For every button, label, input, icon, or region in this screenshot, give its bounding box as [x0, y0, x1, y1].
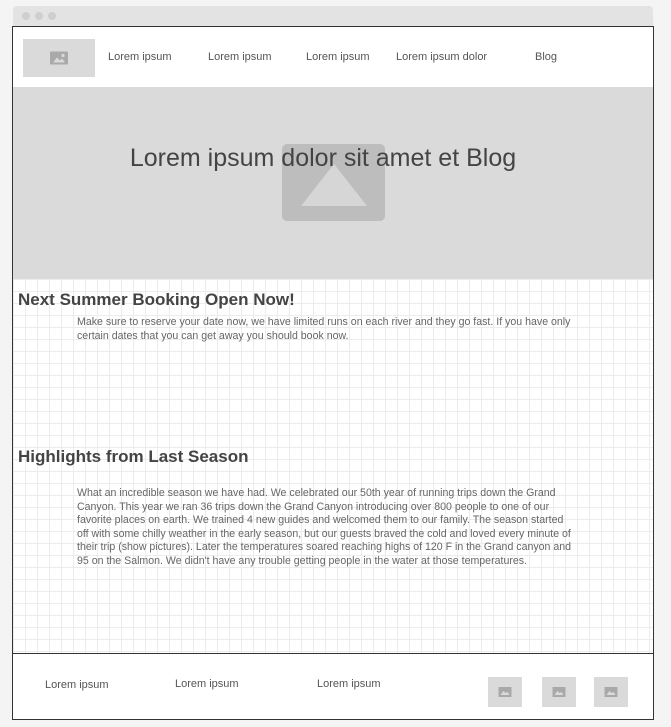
section-title: Next Summer Booking Open Now!: [18, 290, 295, 309]
image-placeholder-icon: [552, 687, 566, 697]
footer-link[interactable]: Lorem ipsum: [45, 679, 109, 691]
page-frame: Lorem ipsum Lorem ipsum Lorem ipsum Lore…: [12, 26, 654, 720]
logo-placeholder[interactable]: [23, 39, 95, 77]
nav-link[interactable]: Lorem ipsum dolor: [396, 51, 487, 63]
section-body: Make sure to reserve your date now, we h…: [77, 316, 571, 342]
section-title: Highlights from Last Season: [18, 447, 249, 466]
image-placeholder-icon: [50, 51, 68, 65]
footer: Lorem ipsum Lorem ipsum Lorem ipsum: [13, 653, 653, 719]
image-placeholder-icon: [498, 687, 512, 697]
nav-link[interactable]: Lorem ipsum: [108, 51, 172, 63]
footer-link[interactable]: Lorem ipsum: [317, 678, 381, 690]
social-link-placeholder[interactable]: [542, 677, 576, 707]
nav-link[interactable]: Lorem ipsum: [208, 51, 272, 63]
footer-link[interactable]: Lorem ipsum: [175, 678, 239, 690]
window-dot-icon: [22, 12, 30, 20]
nav-link-blog[interactable]: Blog: [535, 51, 557, 63]
hero-banner: Lorem ipsum dolor sit amet et Blog: [13, 87, 653, 279]
window-title-bar: [13, 6, 653, 26]
window-dot-icon: [48, 12, 56, 20]
social-link-placeholder[interactable]: [594, 677, 628, 707]
top-navigation: Lorem ipsum Lorem ipsum Lorem ipsum Lore…: [13, 27, 653, 87]
section-body: What an incredible season we have had. W…: [77, 487, 572, 567]
image-placeholder-icon: [604, 687, 618, 697]
hero-title: Lorem ipsum dolor sit amet et Blog: [129, 144, 517, 172]
window-dot-icon: [35, 12, 43, 20]
social-link-placeholder[interactable]: [488, 677, 522, 707]
nav-link[interactable]: Lorem ipsum: [306, 51, 370, 63]
